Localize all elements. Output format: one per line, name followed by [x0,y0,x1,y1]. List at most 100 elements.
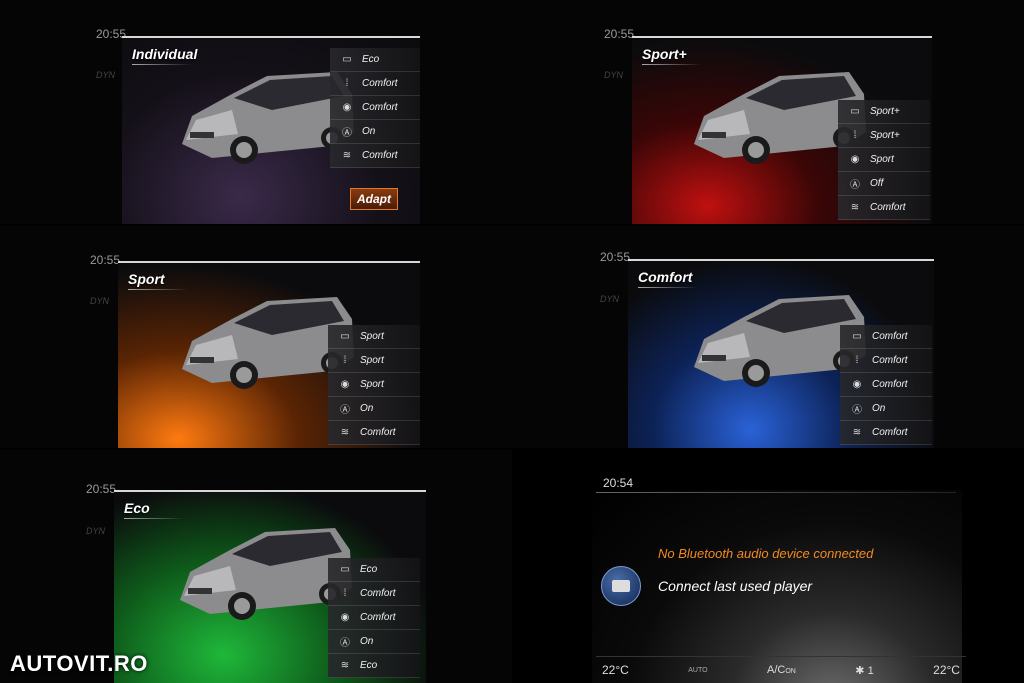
suspension-icon: ⁞ [855,355,859,366]
setting-row-climate: ≋ Comfort [328,421,420,445]
ac-control[interactable]: A/CON [767,664,796,676]
setting-value: On [360,403,374,414]
mode-settings-list: ▭ Sport ⁞ Sport ◉ Sport Ⓐ On ≋ Comfort [328,325,420,445]
player-icon[interactable] [601,566,641,606]
ac-state: ON [785,668,796,675]
setting-row-start-stop: Ⓐ On [328,630,420,654]
setting-value: Sport [870,154,894,165]
setting-value: Sport [360,331,384,342]
suspension-icon: ⁞ [343,355,347,366]
climate-icon: ≋ [852,427,862,438]
setting-row-drive: ▭ Sport+ [838,100,930,124]
setting-value: On [362,126,376,137]
temperature-left[interactable]: 22°C [602,663,629,677]
mode-settings-list: ▭ Eco ⁞ Comfort ◉ Comfort Ⓐ On ≋ Comfort [330,48,420,168]
setting-value: On [872,403,886,414]
setting-value: Eco [362,54,380,65]
steering-wheel-icon: ◉ [342,102,352,113]
auto-climate-label[interactable]: AUTO [688,667,707,674]
setting-value: Comfort [870,202,906,213]
auto-start-stop-icon: Ⓐ [850,180,860,191]
ac-label: A/C [767,664,786,676]
setting-row-suspension: ⁞ Comfort [840,349,932,373]
setting-row-steering: ◉ Comfort [330,96,420,120]
dynamic-select-label: DYN [600,294,620,304]
auto-start-stop-icon: Ⓐ [340,638,350,649]
setting-value: Comfort [872,379,908,390]
drive-mode-screen: Individual ▭ Eco ⁞ Comfort ◉ Comfort Ⓐ On ≋ C… [122,36,420,224]
engine-icon: ▭ [850,106,860,117]
climate-bar: 22°C AUTO A/CON ✱ 1 22°C [596,656,966,683]
setting-row-drive: ▭ Eco [330,48,420,72]
setting-value: Comfort [360,427,396,438]
auto-start-stop-icon: Ⓐ [852,405,862,416]
setting-row-steering: ◉ Sport [328,373,420,397]
drive-mode-screen: Comfort ▭ Comfort ⁞ Comfort ◉ Comfort Ⓐ On ≋… [628,259,934,448]
setting-value: Eco [360,564,378,575]
fan-control[interactable]: ✱ 1 [855,664,873,677]
auto-start-stop-icon: Ⓐ [340,405,350,416]
dynamic-select-label: DYN [86,526,106,536]
drive-mode-eco-panel: 20:55 DYN Eco ▭ Eco ⁞ Comfort ◉ Comfort Ⓐ On… [0,450,512,683]
climate-icon: ≋ [850,202,860,213]
adapt-button[interactable]: Adapt [350,188,398,210]
setting-row-steering: ◉ Sport [838,148,930,172]
setting-value: Comfort [872,331,908,342]
setting-value: Eco [360,660,378,671]
engine-icon: ▭ [342,54,352,65]
connect-last-player-button[interactable]: Connect last used player [658,578,812,594]
setting-row-suspension: ⁞ Sport+ [838,124,930,148]
setting-value: Comfort [362,150,398,161]
setting-row-climate: ≋ Comfort [330,144,420,168]
setting-row-start-stop: Ⓐ On [328,397,420,421]
clock: 20:55 [86,482,117,496]
setting-row-start-stop: Ⓐ Off [838,172,930,196]
setting-value: Comfort [872,427,908,438]
clock: 20:54 [603,476,634,490]
setting-row-drive: ▭ Comfort [840,325,932,349]
setting-row-suspension: ⁞ Comfort [330,72,420,96]
setting-value: Sport+ [870,130,900,141]
clock: 20:55 [600,250,631,264]
setting-value: Comfort [362,102,398,113]
setting-value: Comfort [360,588,396,599]
setting-row-suspension: ⁞ Sport [328,349,420,373]
mode-settings-list: ▭ Sport+ ⁞ Sport+ ◉ Sport Ⓐ Off ≋ Comfort [838,100,930,220]
drive-mode-screen: Eco ▭ Eco ⁞ Comfort ◉ Comfort Ⓐ On ≋ Eco [114,490,426,683]
setting-row-climate: ≋ Eco [328,654,420,678]
auto-start-stop-icon: Ⓐ [342,128,352,139]
steering-wheel-icon: ◉ [340,612,350,623]
clock: 20:55 [90,253,121,267]
setting-row-climate: ≋ Comfort [838,196,930,220]
fan-icon: ✱ [855,664,865,677]
setting-row-drive: ▭ Eco [328,558,420,582]
steering-wheel-icon: ◉ [852,379,862,390]
setting-row-steering: ◉ Comfort [840,373,932,397]
setting-value: Sport [360,379,384,390]
dynamic-select-label: DYN [90,296,110,306]
fan-level: 1 [867,664,874,677]
header-divider [596,492,956,493]
drive-mode-screen: Sport ▭ Sport ⁞ Sport ◉ Sport Ⓐ On ≋ Comfort [118,261,420,448]
drive-mode-sport-plus-panel: 20:55 DYN Sport+ ▭ Sport+ ⁞ Sport+ ◉ Sport … [512,0,1024,224]
setting-row-start-stop: Ⓐ On [330,120,420,144]
climate-icon: ≋ [340,660,350,671]
setting-value: Sport+ [870,106,900,117]
climate-icon: ≋ [342,150,352,161]
mode-settings-list: ▭ Eco ⁞ Comfort ◉ Comfort Ⓐ On ≋ Eco [328,558,420,678]
dynamic-select-label: DYN [604,70,624,80]
engine-icon: ▭ [340,331,350,342]
suspension-icon: ⁞ [343,588,347,599]
suspension-icon: ⁞ [853,130,857,141]
temperature-right[interactable]: 22°C [933,663,960,677]
climate-icon: ≋ [340,427,350,438]
engine-icon: ▭ [340,564,350,575]
setting-value: Comfort [360,612,396,623]
setting-row-start-stop: Ⓐ On [840,397,932,421]
setting-row-drive: ▭ Sport [328,325,420,349]
setting-value: Comfort [362,78,398,89]
drive-mode-sport-panel: 20:55 DYN Sport ▭ Sport ⁞ Sport ◉ Sport Ⓐ On… [0,226,512,448]
drive-mode-screen: Sport+ ▭ Sport+ ⁞ Sport+ ◉ Sport Ⓐ Off ≋ Comf… [632,36,932,224]
clock: 20:55 [604,27,635,41]
suspension-icon: ⁞ [345,78,349,89]
